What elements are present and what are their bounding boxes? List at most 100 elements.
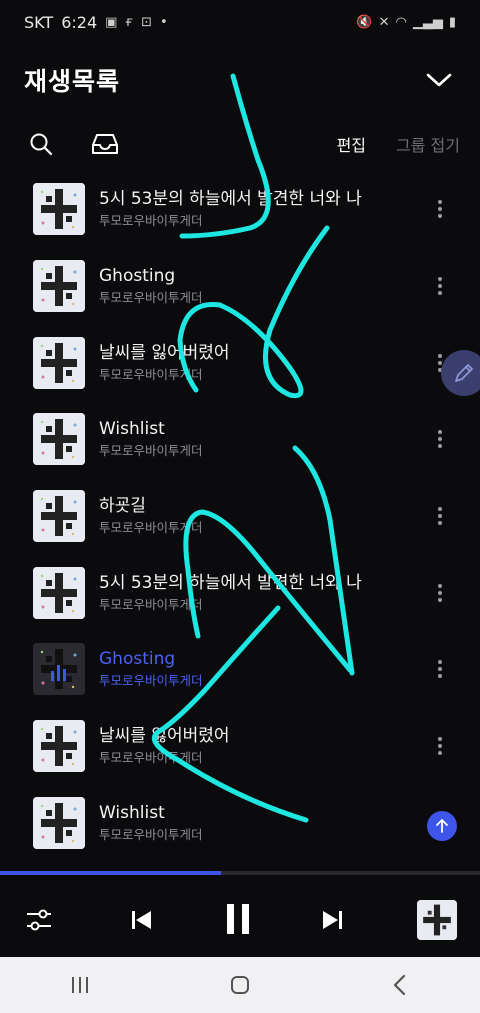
back-button[interactable]	[370, 965, 430, 1005]
search-button[interactable]	[24, 127, 58, 161]
previous-button[interactable]	[124, 903, 158, 937]
track-title: 5시 53분의 하늘에서 발견한 너와 나	[99, 572, 362, 593]
album-art	[33, 720, 85, 773]
track-title: Wishlist	[99, 419, 165, 440]
playback-progress[interactable]	[0, 871, 480, 875]
more-options-button[interactable]	[430, 578, 450, 608]
track-artist: 투모로우바이투게더	[99, 213, 203, 229]
f-app-icon: ғ	[125, 14, 134, 30]
more-options-button[interactable]	[430, 424, 450, 454]
next-button[interactable]	[316, 903, 350, 937]
more-options-button[interactable]	[430, 194, 450, 224]
more-options-button[interactable]	[430, 731, 450, 761]
more-options-button[interactable]	[430, 501, 450, 531]
track-row[interactable]: 날씨를 잃어버렸어 투모로우바이투게더	[0, 708, 480, 785]
track-row[interactable]: Wishlist 투모로우바이투게더	[0, 401, 480, 478]
album-art	[33, 796, 85, 849]
track-info: Wishlist 투모로우바이투게더	[99, 802, 203, 844]
pencil-icon	[455, 364, 473, 382]
track-info: 5시 53분의 하늘에서 발견한 너와 나투모로우바이투게더	[99, 188, 362, 230]
vibrate-icon: ✕	[378, 14, 390, 30]
album-art	[33, 413, 85, 466]
track-info: 5시 53분의 하늘에서 발견한 너와 나투모로우바이투게더	[99, 572, 362, 614]
track-row[interactable]: Wishlist 투모로우바이투게더	[0, 785, 480, 862]
more-options-button[interactable]	[430, 271, 450, 301]
g-app-icon: ⊡	[141, 14, 153, 30]
more-vertical-icon	[438, 430, 442, 449]
now-playing-album-art	[417, 900, 457, 940]
track-title: 날씨를 잃어버렸어	[99, 342, 230, 363]
album-art	[33, 643, 85, 696]
track-info: 날씨를 잃어버렸어 투모로우바이투게더	[99, 342, 230, 384]
more-options-button[interactable]	[430, 654, 450, 684]
album-art	[33, 336, 85, 389]
track-info: 하굣길투모로우바이투게더	[99, 495, 203, 537]
search-icon	[30, 133, 53, 156]
signal-icon: ▁▃▅	[412, 14, 443, 30]
track-row[interactable]: 5시 53분의 하늘에서 발견한 너와 나투모로우바이투게더	[0, 171, 480, 248]
more-vertical-icon	[438, 507, 442, 526]
track-info: Wishlist 투모로우바이투게더	[99, 418, 203, 460]
skip-previous-icon	[132, 911, 151, 929]
more-vertical-icon	[438, 660, 442, 679]
clock: 6:24	[61, 12, 98, 32]
track-artist: 투모로우바이투게더	[99, 826, 203, 842]
album-art	[33, 566, 85, 619]
scroll-to-top-button[interactable]	[427, 811, 457, 841]
wifi-icon: ◠	[395, 14, 407, 30]
track-title: Wishlist	[99, 802, 165, 823]
floating-edit-button[interactable]	[441, 350, 480, 396]
equalizer-button[interactable]	[22, 903, 56, 937]
collapse-button[interactable]	[422, 63, 456, 97]
arrow-up-icon	[436, 819, 448, 833]
track-row[interactable]: Ghosting 투모로우바이투게더	[0, 248, 480, 325]
pause-button[interactable]	[218, 899, 258, 939]
track-artist: 투모로우바이투게더	[99, 520, 203, 536]
track-title: 5시 53분의 하늘에서 발견한 너와 나	[99, 189, 362, 210]
inbox-button[interactable]	[88, 127, 122, 161]
system-nav-bar	[0, 957, 480, 1013]
playlist: 5시 53분의 하늘에서 발견한 너와 나 투모로우바이투게더 Ghosting 투모…	[0, 171, 480, 861]
dot-icon: •	[160, 14, 168, 30]
track-row[interactable]: 5시 53분의 하늘에서 발견한 너와 나투모로우바이투게더	[0, 554, 480, 631]
battery-icon: ▮	[448, 14, 456, 30]
album-art	[33, 260, 85, 313]
more-vertical-icon	[438, 200, 442, 219]
now-playing-art-button[interactable]	[417, 900, 457, 940]
page-title: 재생목록	[24, 67, 121, 96]
track-artist: 투모로우바이투게더	[99, 750, 203, 766]
track-artist: 투모로우바이투게더	[99, 596, 203, 612]
pause-icon	[227, 904, 249, 934]
track-info: Ghosting 투모로우바이투게더	[99, 648, 203, 690]
track-row[interactable]: 날씨를 잃어버렸어 투모로우바이투게더	[0, 324, 480, 401]
track-artist: 투모로우바이투게더	[99, 290, 203, 306]
more-vertical-icon	[438, 277, 442, 296]
track-artist: 투모로우바이투게더	[99, 673, 203, 689]
inbox-icon	[92, 134, 118, 154]
track-info: Ghosting 투모로우바이투게더	[99, 265, 203, 307]
track-artist: 투모로우바이투게더	[99, 443, 203, 459]
mute-icon: 🔇	[356, 14, 373, 30]
track-title: 하굣길	[99, 496, 146, 517]
home-icon	[231, 976, 249, 994]
track-info: 날씨를 잃어버렸어 투모로우바이투게더	[99, 725, 230, 767]
chevron-down-icon	[426, 73, 452, 87]
status-bar: SKT 6:24 ▣ ғ ⊡ • 🔇 ✕ ◠ ▁▃▅ ▮	[0, 0, 480, 44]
track-title: Ghosting	[99, 266, 176, 287]
more-vertical-icon	[438, 737, 442, 756]
progress-fill	[0, 871, 221, 875]
equalizer-icon	[27, 909, 51, 931]
gallery-icon: ▣	[105, 14, 118, 30]
skip-next-icon	[323, 911, 342, 929]
edit-button[interactable]: 편집	[337, 132, 366, 156]
recents-button[interactable]	[50, 965, 110, 1005]
collapse-groups-button[interactable]: 그룹 접기	[396, 132, 460, 156]
album-art	[33, 490, 85, 543]
track-row[interactable]: 하굣길투모로우바이투게더	[0, 478, 480, 555]
recents-icon	[72, 977, 88, 993]
track-row[interactable]: Ghosting 투모로우바이투게더	[0, 631, 480, 708]
home-button[interactable]	[210, 965, 270, 1005]
back-icon	[393, 974, 406, 996]
player-controls	[0, 885, 480, 955]
more-vertical-icon	[438, 583, 442, 602]
